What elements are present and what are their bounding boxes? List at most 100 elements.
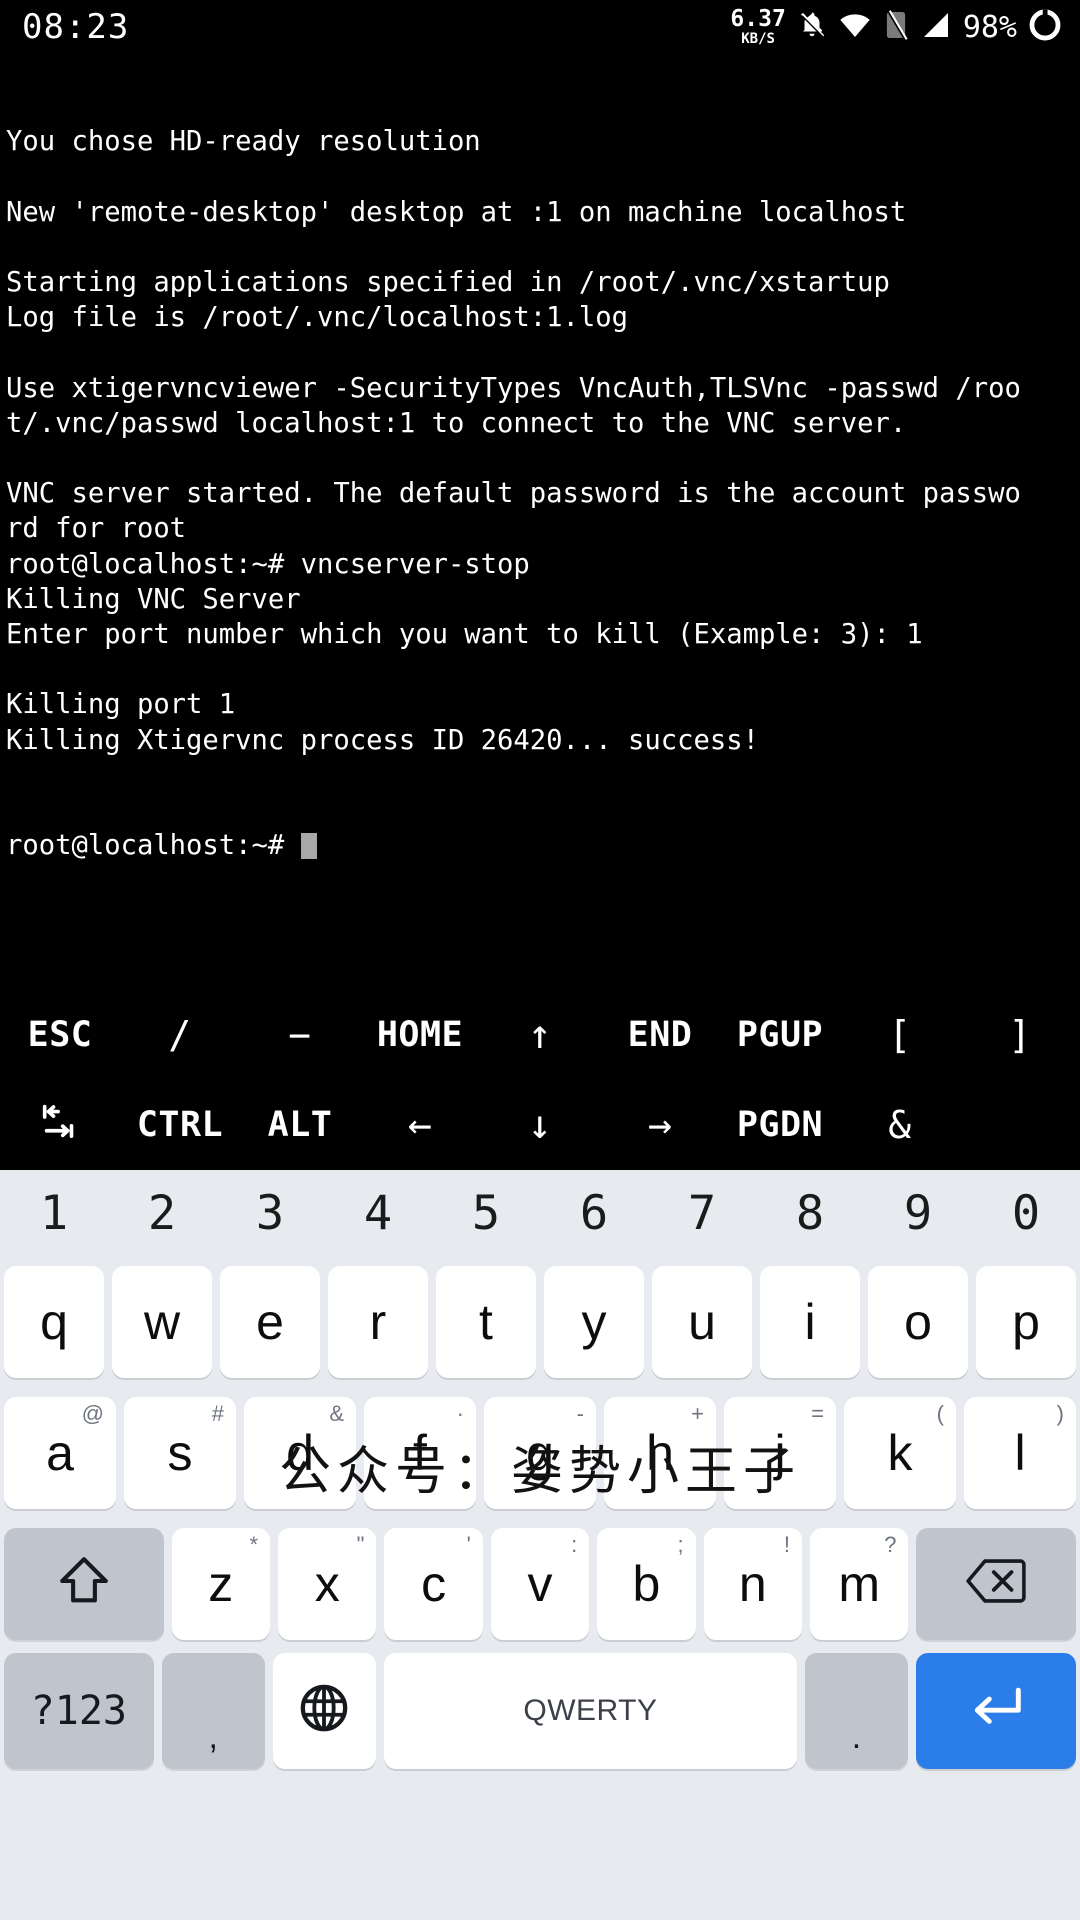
sim-card-off-icon <box>883 9 909 46</box>
enter-key[interactable] <box>912 1649 1080 1772</box>
letter-key-r[interactable]: r <box>324 1256 432 1387</box>
letter-key-m-secondary: ? <box>884 1531 897 1557</box>
extra-key-end[interactable]: END <box>600 990 720 1080</box>
letter-key-y[interactable]: y <box>540 1256 648 1387</box>
letter-key-j-label: j <box>774 1424 786 1481</box>
number-key-0[interactable]: 0 <box>972 1170 1080 1256</box>
letter-key-j-secondary: = <box>811 1400 824 1426</box>
letter-key-p-label: p <box>1012 1293 1040 1350</box>
letter-key-s[interactable]: # s <box>120 1387 240 1518</box>
period-key[interactable]: . <box>801 1649 912 1772</box>
letter-key-d[interactable]: & d <box>240 1387 360 1518</box>
extra-key-arrow-down[interactable]: ↓ <box>480 1080 600 1170</box>
letter-key-h[interactable]: + h <box>600 1387 720 1518</box>
letter-key-i[interactable]: i <box>756 1256 864 1387</box>
letter-key-g[interactable]: -g <box>480 1387 600 1518</box>
letter-key-i-label: i <box>804 1293 816 1350</box>
letter-key-v[interactable]: :v <box>487 1518 593 1649</box>
terminal-line: New 'remote-desktop' desktop at :1 on ma… <box>6 196 907 228</box>
shift-key[interactable] <box>0 1518 168 1649</box>
letter-key-z[interactable]: * z <box>168 1518 274 1649</box>
extra-key-ampersand[interactable]: & <box>840 1080 960 1170</box>
extra-key-arrow-left[interactable]: ← <box>360 1080 480 1170</box>
extra-key-tab-icon[interactable] <box>0 1080 120 1170</box>
terminal-cursor <box>300 833 317 860</box>
letter-key-g-label: g <box>526 1424 554 1481</box>
status-bar: 08:23 6.37 KB/S 98% <box>0 0 1080 54</box>
space-key[interactable]: QWERTY <box>380 1649 801 1772</box>
backspace-key[interactable] <box>912 1518 1080 1649</box>
status-icons: 6.37 KB/S 98% <box>730 8 1062 47</box>
signal-icon <box>920 9 952 46</box>
letter-key-q[interactable]: q <box>0 1256 108 1387</box>
number-key-4[interactable]: 4 <box>324 1170 432 1256</box>
number-key-6[interactable]: 6 <box>540 1170 648 1256</box>
terminal-scrollback: You chose HD-ready resolution New 'remote… <box>6 124 1074 757</box>
extra-key-bracket-right[interactable]: ] <box>960 990 1080 1080</box>
keyboard-number-row: 1234567890 <box>0 1170 1080 1256</box>
letter-key-g-secondary: - <box>576 1400 584 1426</box>
period-key-label: . <box>851 1717 862 1756</box>
extra-key-arrow-right[interactable]: → <box>600 1080 720 1170</box>
letter-key-c[interactable]: ' c <box>380 1518 486 1649</box>
extra-key-slash[interactable]: / <box>120 990 240 1080</box>
letter-key-s-secondary: # <box>211 1400 224 1426</box>
letter-key-j[interactable]: = j <box>720 1387 840 1518</box>
terminal-output[interactable]: You chose HD-ready resolution New 'remote… <box>0 54 1080 990</box>
notifications-off-icon <box>797 9 827 46</box>
comma-key[interactable]: , <box>158 1649 269 1772</box>
letter-key-s-label: s <box>167 1424 193 1481</box>
symbols-key[interactable]: ?123 <box>0 1649 158 1772</box>
letter-key-z-secondary: * <box>249 1531 258 1557</box>
letter-key-n[interactable]: ! n <box>700 1518 806 1649</box>
number-key-5[interactable]: 5 <box>432 1170 540 1256</box>
letter-key-u[interactable]: u <box>648 1256 756 1387</box>
letter-key-t[interactable]: t <box>432 1256 540 1387</box>
letter-key-w[interactable]: w <box>108 1256 216 1387</box>
number-key-7[interactable]: 7 <box>648 1170 756 1256</box>
extra-key-home[interactable]: HOME <box>360 990 480 1080</box>
number-key-1[interactable]: 1 <box>0 1170 108 1256</box>
letter-key-b[interactable]: ; b <box>593 1518 699 1649</box>
extra-key-pgup[interactable]: PGUP <box>720 990 840 1080</box>
letter-key-d-label: d <box>286 1424 314 1481</box>
globe-icon <box>297 1681 351 1740</box>
letter-key-n-secondary: ! <box>783 1531 791 1557</box>
extra-key-arrow-up[interactable]: ↑ <box>480 990 600 1080</box>
terminal-line: Killing Xtigervnc process ID 26420... su… <box>6 724 759 756</box>
letter-key-m[interactable]: ? m <box>806 1518 912 1649</box>
letter-key-v-label: v <box>527 1555 553 1612</box>
letter-key-o[interactable]: o <box>864 1256 972 1387</box>
number-key-9[interactable]: 9 <box>864 1170 972 1256</box>
letter-key-l-secondary: ) <box>1056 1400 1064 1426</box>
number-key-8[interactable]: 8 <box>756 1170 864 1256</box>
letter-key-e[interactable]: e <box>216 1256 324 1387</box>
terminal-line: Use xtigervncviewer -SecurityTypes VncAu… <box>6 372 1021 404</box>
network-speed-unit: KB/S <box>741 31 775 47</box>
extra-key-alt[interactable]: ALT <box>240 1080 360 1170</box>
extra-key-esc[interactable]: ESC <box>0 990 120 1080</box>
letter-key-a[interactable]: @ a <box>0 1387 120 1518</box>
number-key-2[interactable]: 2 <box>108 1170 216 1256</box>
letter-key-x[interactable]: " x <box>274 1518 380 1649</box>
language-switch-key[interactable] <box>269 1649 380 1772</box>
letter-key-n-label: n <box>738 1555 767 1612</box>
letter-key-m-label: m <box>838 1555 881 1612</box>
terminal-line: VNC server started. The default password… <box>6 478 1021 510</box>
extra-key-ctrl[interactable]: CTRL <box>120 1080 240 1170</box>
letter-key-l[interactable]: ) l <box>960 1387 1080 1518</box>
letter-key-k[interactable]: (k <box>840 1387 960 1518</box>
letter-key-f[interactable]: · f <box>360 1387 480 1518</box>
extra-key-bracket-left[interactable]: [ <box>840 990 960 1080</box>
letter-key-c-secondary: ' <box>466 1531 471 1557</box>
extra-key-minus[interactable]: − <box>240 990 360 1080</box>
letter-key-o-label: o <box>904 1293 932 1350</box>
terminal-prompt-line: root@localhost:~# <box>6 828 1074 863</box>
number-key-3[interactable]: 3 <box>216 1170 324 1256</box>
letter-key-p[interactable]: p <box>972 1256 1080 1387</box>
enter-icon <box>967 1683 1025 1738</box>
terminal-line: You chose HD-ready resolution <box>6 126 481 158</box>
extra-key-pgdn[interactable]: PGDN <box>720 1080 840 1170</box>
